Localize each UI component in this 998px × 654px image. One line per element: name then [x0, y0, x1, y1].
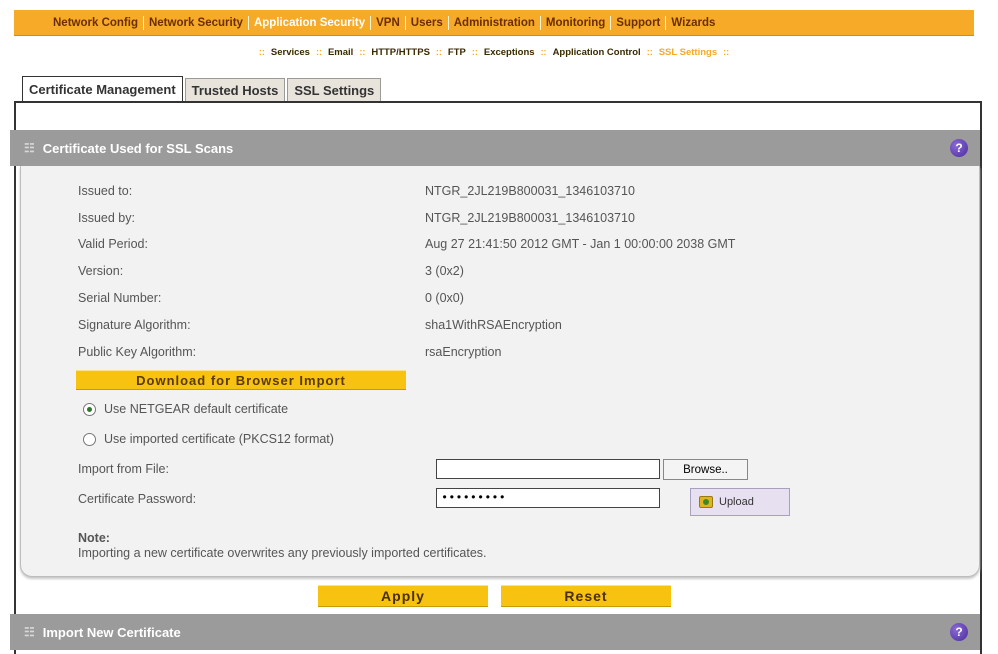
signature-algorithm-label: Signature Algorithm:: [78, 318, 191, 332]
nav-users[interactable]: Users: [406, 15, 449, 30]
subnav-application-control[interactable]: Application Control: [549, 47, 645, 58]
issued-by-label: Issued by:: [78, 211, 135, 225]
nav-administration[interactable]: Administration: [449, 15, 541, 30]
radio-default-label: Use NETGEAR default certificate: [104, 402, 289, 416]
subnav-separator: ::: [258, 47, 265, 57]
upload-button[interactable]: Upload: [690, 488, 790, 516]
subnav-separator: ::: [315, 47, 322, 57]
serial-number-label: Serial Number:: [78, 291, 162, 305]
radio-imported-certificate[interactable]: [83, 432, 96, 446]
tab-trusted-hosts[interactable]: Trusted Hosts: [184, 78, 286, 102]
subnav-exceptions[interactable]: Exceptions: [480, 47, 539, 58]
issued-to-value: NTGR_2JL219B800031_1346103710: [425, 184, 635, 198]
valid-period-label: Valid Period:: [78, 237, 148, 251]
version-value: 3 (0x2): [425, 264, 464, 278]
radio-imported-label: Use imported certificate (PKCS12 format): [104, 432, 334, 446]
import-file-label: Import from File:: [78, 462, 169, 476]
certificate-password-input[interactable]: •••••••••: [436, 488, 660, 508]
serial-number-value: 0 (0x0): [425, 291, 464, 305]
apply-button[interactable]: Apply: [318, 585, 488, 607]
tab-ssl-settings[interactable]: SSL Settings: [287, 78, 382, 102]
grip-icon: ☷: [24, 141, 35, 155]
sub-navigation-bar: :: Services :: Email :: HTTP/HTTPS :: FT…: [14, 36, 974, 68]
public-key-algorithm-value: rsaEncryption: [425, 345, 502, 359]
public-key-algorithm-label: Public Key Algorithm:: [78, 345, 197, 359]
radio-row-default: Use NETGEAR default certificate: [83, 402, 288, 416]
certificate-password-label: Certificate Password:: [78, 492, 197, 506]
subnav-separator: ::: [471, 47, 478, 57]
help-icon[interactable]: ?: [950, 623, 968, 641]
issued-by-value: NTGR_2JL219B800031_1346103710: [425, 211, 635, 225]
subnav-email[interactable]: Email: [324, 47, 357, 58]
subnav-services[interactable]: Services: [267, 47, 314, 58]
nav-vpn[interactable]: VPN: [371, 15, 406, 30]
section-header-certificate-used: ☷ Certificate Used for SSL Scans ?: [10, 130, 980, 166]
nav-network-security[interactable]: Network Security: [144, 15, 249, 30]
subnav-separator: ::: [723, 47, 730, 57]
reset-button[interactable]: Reset: [501, 585, 671, 607]
section-title: Certificate Used for SSL Scans: [42, 140, 234, 156]
browse-button[interactable]: Browse..: [663, 459, 748, 480]
nav-monitoring[interactable]: Monitoring: [541, 15, 612, 30]
subnav-separator: ::: [435, 47, 442, 57]
nav-wizards[interactable]: Wizards: [666, 16, 720, 30]
nav-network-config[interactable]: Network Config: [48, 15, 144, 30]
section-title: Import New Certificate: [42, 624, 181, 640]
upload-button-label: Upload: [719, 496, 754, 508]
subnav-ssl-settings[interactable]: SSL Settings: [655, 47, 721, 58]
radio-row-imported: Use imported certificate (PKCS12 format): [83, 432, 334, 446]
section-header-import-new: ☷ Import New Certificate ?: [10, 614, 980, 650]
valid-period-value: Aug 27 21:41:50 2012 GMT - Jan 1 00:00:0…: [425, 237, 736, 251]
subnav-ftp[interactable]: FTP: [444, 47, 470, 58]
help-icon[interactable]: ?: [950, 139, 968, 157]
issued-to-label: Issued to:: [78, 184, 133, 198]
note-title: Note:: [78, 531, 110, 545]
radio-default-certificate[interactable]: [83, 402, 96, 416]
note-text: Importing a new certificate overwrites a…: [78, 546, 487, 560]
nav-support[interactable]: Support: [611, 15, 667, 30]
signature-algorithm-value: sha1WithRSAEncryption: [425, 318, 562, 332]
subnav-separator: ::: [359, 47, 366, 57]
tab-certificate-management[interactable]: Certificate Management: [22, 76, 183, 102]
subnav-http-https[interactable]: HTTP/HTTPS: [367, 47, 434, 58]
upload-icon: [699, 496, 713, 508]
subnav-separator: ::: [646, 47, 653, 57]
download-browser-import-button[interactable]: Download for Browser Import: [76, 370, 406, 390]
grip-icon: ☷: [24, 625, 35, 639]
subnav-separator: ::: [540, 47, 547, 57]
nav-application-security[interactable]: Application Security: [249, 15, 372, 30]
tab-bar: Certificate Management Trusted Hosts SSL…: [22, 76, 383, 102]
import-file-input[interactable]: [436, 459, 660, 479]
certificate-panel: Issued to: NTGR_2JL219B800031_1346103710…: [20, 166, 980, 577]
top-navigation-bar: Network Config Network Security Applicat…: [14, 10, 974, 36]
version-label: Version:: [78, 264, 124, 278]
